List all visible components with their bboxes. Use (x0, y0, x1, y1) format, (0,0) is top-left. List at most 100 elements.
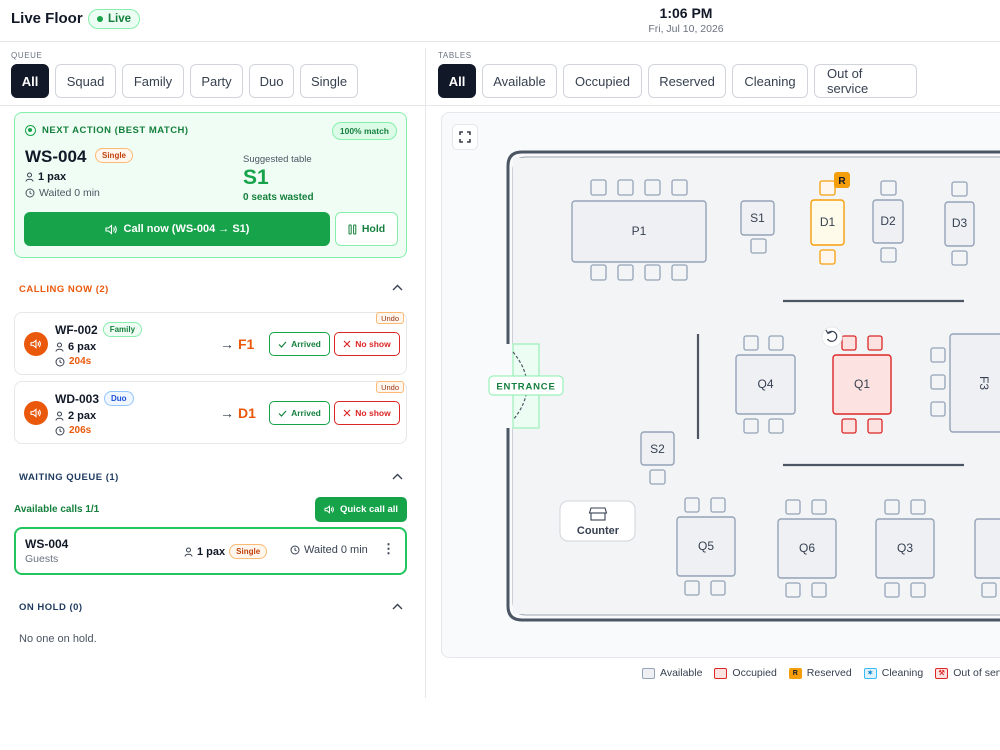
occupied-swatch (714, 667, 728, 679)
call-now-button[interactable]: Call now (WS-004 → S1) (24, 212, 330, 246)
assigned-table: → F1 (220, 336, 254, 352)
reserved-swatch: R (788, 667, 802, 679)
table-Q6-label: Q6 (799, 541, 815, 555)
next-action-ticket-id: WS-004 (25, 147, 87, 166)
on-hold-collapse-icon[interactable] (392, 601, 403, 613)
calling-elapsed-value: 206s (69, 425, 92, 436)
left-divider (0, 105, 425, 106)
target-icon (25, 125, 36, 136)
calling-now-collapse-icon[interactable] (392, 282, 403, 294)
calling-elapsed: 206s (55, 425, 91, 436)
no-show-button[interactable]: No show (334, 332, 400, 356)
waiting-queue-collapse-icon[interactable] (392, 471, 403, 483)
undo-button[interactable]: Undo (376, 312, 404, 324)
table-D3-label: D3 (952, 216, 968, 230)
queue-filter-all[interactable]: All (11, 64, 49, 98)
arrived-label: Arrived (291, 339, 321, 349)
legend-available: Available (642, 667, 702, 679)
more-options-icon[interactable]: ⋮ (382, 541, 395, 557)
next-action-pax: 1 pax (25, 171, 66, 183)
table-S1-label: S1 (750, 211, 765, 225)
legend-cleaning: ✶ Cleaning (863, 667, 923, 679)
table-filter-available[interactable]: Available (482, 64, 557, 98)
table-filter-tabs: All Available Occupied Reserved Cleaning… (438, 64, 917, 98)
table-S2-label: S2 (650, 442, 665, 456)
speaker-icon (324, 505, 334, 514)
live-status-label: Live (108, 13, 132, 25)
entrance-label: ENTRANCE (496, 382, 555, 393)
queue-filter-single[interactable]: Single (300, 64, 358, 98)
person-icon (184, 547, 193, 557)
speaker-icon (24, 401, 48, 425)
table-filter-all[interactable]: All (438, 64, 476, 98)
queue-filter-duo[interactable]: Duo (249, 64, 294, 98)
queue-filter-party[interactable]: Party (190, 64, 243, 98)
waiting-pax-value: 1 pax (197, 545, 226, 558)
table-D1-label: D1 (820, 215, 836, 229)
app-title: Live Floor (11, 10, 83, 27)
next-action-heading: NEXT ACTION (BEST MATCH) (25, 125, 189, 136)
table-filter-cleaning[interactable]: Cleaning (732, 64, 808, 98)
waiting-queue-title: WAITING QUEUE (1) (19, 472, 119, 483)
suggested-table-label: Suggested table (243, 154, 312, 165)
undo-button[interactable]: Undo (376, 381, 404, 393)
calling-card: Undo WF-002 Family 6 pax 204s → F1 Arriv… (14, 312, 407, 375)
next-action-waited-value: Waited 0 min (39, 187, 100, 199)
calling-type-badge: Family (102, 322, 143, 337)
wrench-icon: ⚒ (935, 667, 949, 679)
right-divider (426, 105, 1000, 106)
close-icon (343, 340, 351, 348)
speaker-icon (104, 223, 117, 235)
arrived-label: Arrived (291, 408, 321, 418)
rotate-icon[interactable] (821, 326, 843, 348)
counter: Counter (559, 500, 636, 542)
table-filter-occupied[interactable]: Occupied (563, 64, 642, 98)
person-icon (25, 172, 34, 182)
calling-type-badge: Duo (104, 391, 134, 406)
table-Q5-label: Q5 (698, 539, 714, 553)
table-P1-label: P1 (632, 224, 647, 238)
arrived-button[interactable]: Arrived (269, 332, 330, 356)
queue-section-label: QUEUE (11, 51, 43, 60)
on-hold-title: ON HOLD (0) (19, 602, 83, 613)
assigned-table: → D1 (220, 405, 256, 421)
next-action-pax-value: 1 pax (38, 171, 67, 183)
hold-button[interactable]: Hold (335, 212, 398, 246)
clock: 1:06 PM Fri, Jul 10, 2026 (586, 5, 786, 35)
arrow-right-icon: → (220, 405, 234, 421)
table-Q1-label: Q1 (854, 377, 870, 391)
available-calls: Available calls 1/1 (14, 504, 100, 515)
no-show-button[interactable]: No show (334, 401, 400, 425)
calling-card: Undo WD-003 Duo 2 pax 206s → D1 Arrived … (14, 381, 407, 444)
next-action-title: NEXT ACTION (BEST MATCH) (42, 125, 189, 136)
queue-filter-tabs: All Squad Family Party Duo Single (11, 64, 358, 98)
waiting-type-badge: Single (229, 544, 268, 559)
call-now-label: Call now (WS-004 → S1) (123, 223, 250, 235)
quick-call-all-label: Quick call all (339, 504, 399, 515)
assigned-table-value: D1 (238, 405, 256, 421)
next-action-type-badge: Single (95, 148, 134, 163)
legend-out-of-service: ⚒ Out of service (935, 667, 1000, 679)
panel-divider (425, 48, 426, 698)
calling-pax-value: 2 pax (68, 410, 97, 422)
table-filter-reserved[interactable]: Reserved (648, 64, 726, 98)
live-status-badge: Live (88, 9, 141, 29)
available-swatch (642, 667, 655, 679)
top-bar: Live Floor Live 1:06 PM Fri, Jul 10, 202… (0, 0, 1000, 42)
arrived-button[interactable]: Arrived (269, 401, 330, 425)
legend-reserved: R Reserved (788, 667, 852, 679)
pause-icon (348, 224, 357, 234)
clock-icon (55, 426, 65, 435)
clock-time: 1:06 PM (659, 5, 713, 21)
queue-filter-family[interactable]: Family (122, 64, 184, 98)
waiting-queue-item[interactable]: WS-004 Guests 1 pax Single Waited 0 min … (14, 527, 407, 575)
match-badge: 100% match (331, 122, 397, 140)
next-action-card: NEXT ACTION (BEST MATCH) 100% match WS-0… (14, 112, 407, 258)
clock-icon (55, 357, 65, 366)
queue-filter-squad[interactable]: Squad (55, 64, 116, 98)
waiting-ticket-sub: Guests (25, 553, 59, 565)
waiting-time: Waited 0 min (290, 544, 368, 556)
table-filter-out-of-service[interactable]: Out of service (814, 64, 917, 98)
fullscreen-icon[interactable] (452, 124, 478, 150)
quick-call-all-button[interactable]: Quick call all (315, 497, 407, 522)
